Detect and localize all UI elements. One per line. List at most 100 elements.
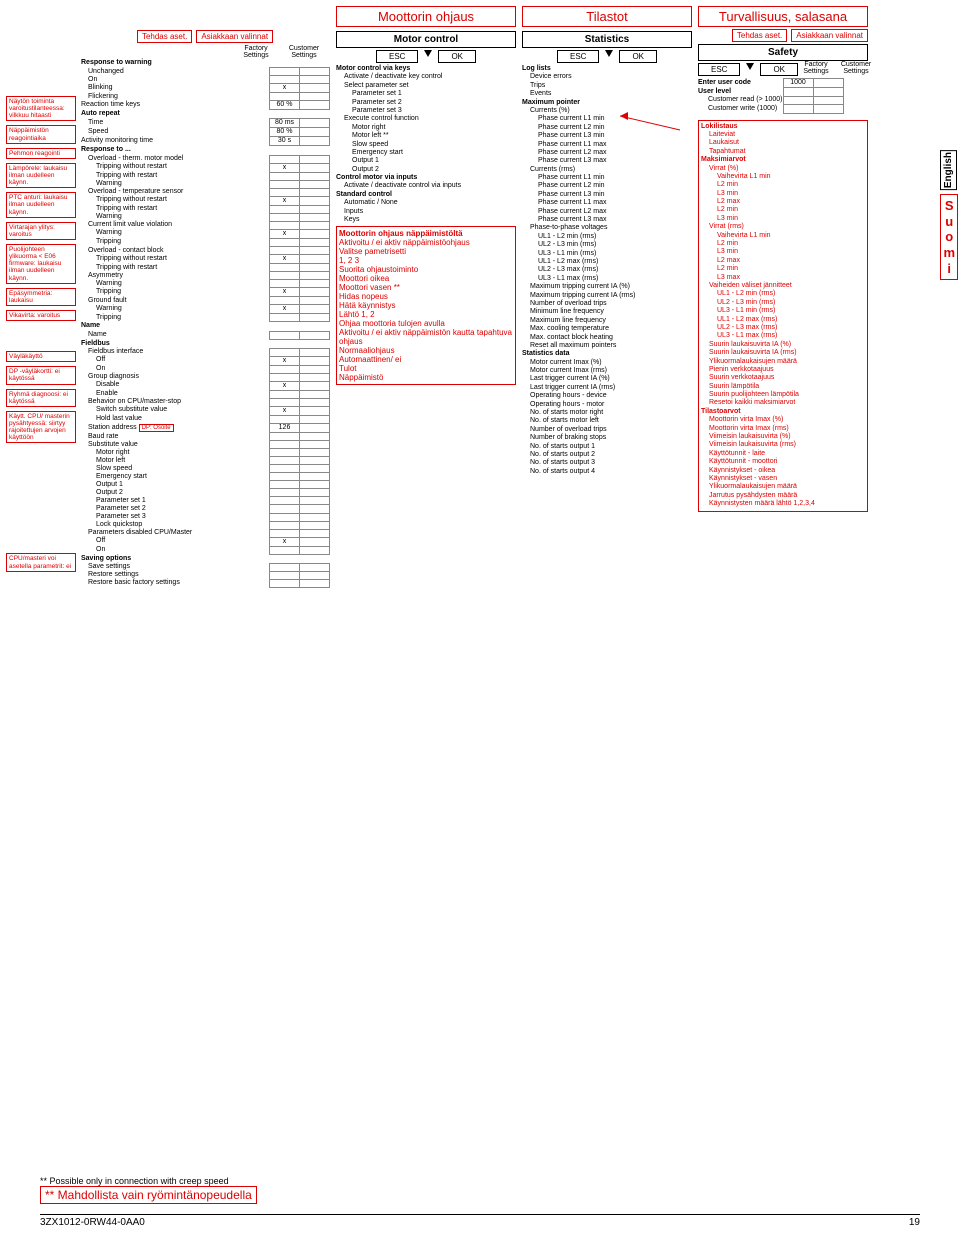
list-item: Parameter set 3: [336, 107, 516, 115]
esc-button[interactable]: ESC: [557, 50, 599, 63]
list-item: Number of braking stops: [522, 434, 692, 442]
list-item: Vaiheiden väliset jännitteet: [701, 282, 865, 290]
list-item: Pienin verkkotaajuus: [701, 366, 865, 374]
footnote-fi: ** Mahdollista vain ryömintänopeudella: [40, 1186, 257, 1204]
list-item: Phase current L2 max: [522, 149, 692, 157]
list-item: Automatic / None: [336, 199, 516, 207]
list-item: L2 min: [701, 181, 865, 189]
list-item: UL1 - L2 max (rms): [701, 316, 865, 324]
lang-suomi[interactable]: Suomi: [940, 194, 958, 280]
lang-english[interactable]: English: [940, 150, 957, 190]
callout: Näppäimistön reagointiaika: [6, 125, 76, 143]
list-item: L3 min: [701, 215, 865, 223]
sidebar-callouts: Näytön toiminta varoitustilanteessa: vil…: [6, 6, 76, 588]
list-item: Phase current L3 max: [522, 157, 692, 165]
list-item: Motor current Imax (rms): [522, 367, 692, 375]
list-item: Käyttötunnit - laite: [701, 450, 865, 458]
list-item: Resetoi kaikki maksimiarvot: [701, 399, 865, 407]
list-item: Ylikuormalaukaisujen määrä: [701, 358, 865, 366]
list-item: Suurin puolijohteen lämpötila: [701, 391, 865, 399]
list-item: Minimum line frequency: [522, 308, 692, 316]
list-item: L3 min: [701, 190, 865, 198]
list-item: Moottori oikea: [339, 274, 513, 283]
list-item: Motor control via keys: [336, 65, 516, 73]
list-item: Phase-to-phase voltages: [522, 224, 692, 232]
down-arrow-icon: [605, 50, 613, 57]
list-item: L3 min: [701, 248, 865, 256]
motor-red-list: Moottorin ohjaus näppäimistöltäAktivoitu…: [336, 226, 516, 385]
safety-column: Turvallisuus, salasana Tehdas aset. Asia…: [698, 6, 868, 588]
list-item: Log lists: [522, 65, 692, 73]
stats-title-fi: Tilastot: [522, 6, 692, 27]
list-item: Tilastoarvot: [701, 408, 865, 416]
list-item: Execute control function: [336, 115, 516, 123]
settings-table: Response to warningUnchangedOnBlinkingxF…: [80, 59, 330, 588]
col-factory: Factory Settings: [798, 61, 834, 78]
list-item: UL1 - L2 max (rms): [522, 258, 692, 266]
list-item: Phase current L2 min: [522, 182, 692, 190]
footnote-en: ** Possible only in connection with cree…: [40, 1176, 920, 1186]
list-item: Phase current L3 max: [522, 216, 692, 224]
motor-column: Moottorin ohjaus Motor control ESC OK Mo…: [336, 6, 516, 588]
list-item: L3 max: [701, 274, 865, 282]
list-item: UL2 - L3 max (rms): [522, 266, 692, 274]
settings-column: Tehdas aset. Asiakkaan valinnat Factory …: [80, 6, 330, 588]
callout: PTC anturi: laukaisu ilman uudelleen käy…: [6, 192, 76, 217]
list-item: UL3 - L1 max (rms): [701, 332, 865, 340]
list-item: L2 min: [701, 206, 865, 214]
ok-button[interactable]: OK: [619, 50, 657, 63]
list-item: Number of overload trips: [522, 426, 692, 434]
callout: Ryhmä diagnoosi: ei käytössä: [6, 389, 76, 407]
customer-tag-fi: Asiakkaan valinnat: [791, 29, 868, 42]
list-item: UL3 - L1 max (rms): [522, 275, 692, 283]
callout: Näytön toiminta varoitustilanteessa: vil…: [6, 96, 76, 121]
stats-title-en: Statistics: [522, 31, 692, 48]
list-item: Trips: [522, 82, 692, 90]
col-customer: Customer Settings: [838, 61, 874, 78]
page-footer: ** Possible only in connection with cree…: [0, 1176, 960, 1228]
esc-button[interactable]: ESC: [376, 50, 418, 63]
list-item: Viimeisin laukaisuvirta (%): [701, 433, 865, 441]
list-item: UL1 - L2 min (rms): [522, 233, 692, 241]
list-item: Näppäimistö: [339, 373, 513, 382]
factory-tag-fi: Tehdas aset.: [732, 29, 787, 42]
col-factory: Factory Settings: [236, 45, 276, 59]
safety-title-fi: Turvallisuus, salasana: [698, 6, 868, 27]
list-item: Parameter set 1: [336, 90, 516, 98]
ok-button[interactable]: OK: [760, 63, 798, 76]
list-item: Motor current Imax (%): [522, 359, 692, 367]
callout: Vikavirta: varoitus: [6, 310, 76, 321]
list-item: Suurin laukaisuvirta IA (%): [701, 341, 865, 349]
list-item: Output 1: [336, 157, 516, 165]
list-item: UL2 - L3 min (rms): [701, 299, 865, 307]
list-item: Valitse pametrisetti: [339, 247, 513, 256]
doc-number: 3ZX1012-0RW44-0AA0: [40, 1217, 145, 1228]
list-item: Statistics data: [522, 350, 692, 358]
list-item: Operating hours - device: [522, 392, 692, 400]
list-item: Moottori vasen **: [339, 283, 513, 292]
list-item: Control motor via inputs: [336, 174, 516, 182]
list-item: Suurin laukaisuvirta IA (rms): [701, 349, 865, 357]
list-item: Tulot: [339, 364, 513, 373]
list-item: Last trigger current IA (%): [522, 375, 692, 383]
list-item: Phase current L1 min: [522, 174, 692, 182]
esc-button[interactable]: ESC: [698, 63, 740, 76]
col-customer: Customer Settings: [284, 45, 324, 59]
list-item: Emergency start: [336, 149, 516, 157]
down-arrow-icon: [424, 50, 432, 57]
customer-tag-fi: Asiakkaan valinnat: [196, 30, 273, 43]
list-item: Operating hours - motor: [522, 401, 692, 409]
list-item: Moottorin virta Imax (%): [701, 416, 865, 424]
ok-button[interactable]: OK: [438, 50, 476, 63]
page-number: 19: [909, 1217, 920, 1228]
list-item: Viimeisin laukaisuvirta (rms): [701, 441, 865, 449]
list-item: Maximum tripping current IA (rms): [522, 292, 692, 300]
list-item: Max. contact block heating: [522, 334, 692, 342]
list-item: Normaaliohjaus: [339, 346, 513, 355]
list-item: Inputs: [336, 208, 516, 216]
list-item: Lähtö 1, 2: [339, 310, 513, 319]
list-item: Max. cooling temperature: [522, 325, 692, 333]
list-item: Keys: [336, 216, 516, 224]
callout: Epäsymmetria: laukaisu: [6, 288, 76, 306]
list-item: Laukaisut: [701, 139, 865, 147]
